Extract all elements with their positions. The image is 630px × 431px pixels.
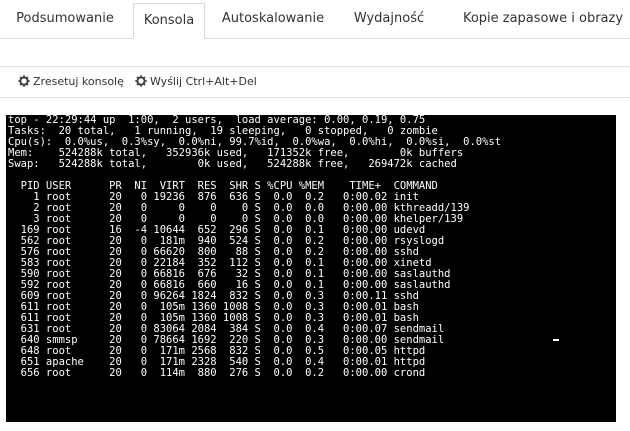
console-toolbar: Zresetuj konsolę Wyślij Ctrl+Alt+Del <box>0 66 630 98</box>
gear-icon <box>135 75 147 87</box>
tab-podsumowanie[interactable]: Podsumowanie <box>6 0 124 38</box>
process-row: 656 root 20 0 114m 880 276 S 0.0 0.2 0:0… <box>8 367 426 379</box>
tab-autoskalowanie[interactable]: Autoskalowanie <box>214 0 332 38</box>
tab-kopie-zapasowe[interactable]: Kopie zapasowe i obrazy <box>460 0 626 38</box>
console-line: Swap: 524288k total, 0k used, 524288k fr… <box>8 158 457 170</box>
text-cursor <box>553 339 559 341</box>
tab-bar: Podsumowanie Konsola Autoskalowanie Wyda… <box>0 0 630 39</box>
tab-wydajnosc[interactable]: Wydajność <box>345 0 433 38</box>
send-ctrl-alt-del-button[interactable]: Wyślij Ctrl+Alt+Del <box>135 67 257 97</box>
tab-konsola[interactable]: Konsola <box>133 3 205 39</box>
reset-console-button[interactable]: Zresetuj konsolę <box>18 67 124 97</box>
gear-icon <box>18 75 30 87</box>
console-terminal[interactable]: top - 22:29:44 up 1:00, 2 users, load av… <box>6 115 616 422</box>
reset-console-label: Zresetuj konsolę <box>33 75 124 88</box>
send-ctrl-alt-del-label: Wyślij Ctrl+Alt+Del <box>150 75 257 88</box>
